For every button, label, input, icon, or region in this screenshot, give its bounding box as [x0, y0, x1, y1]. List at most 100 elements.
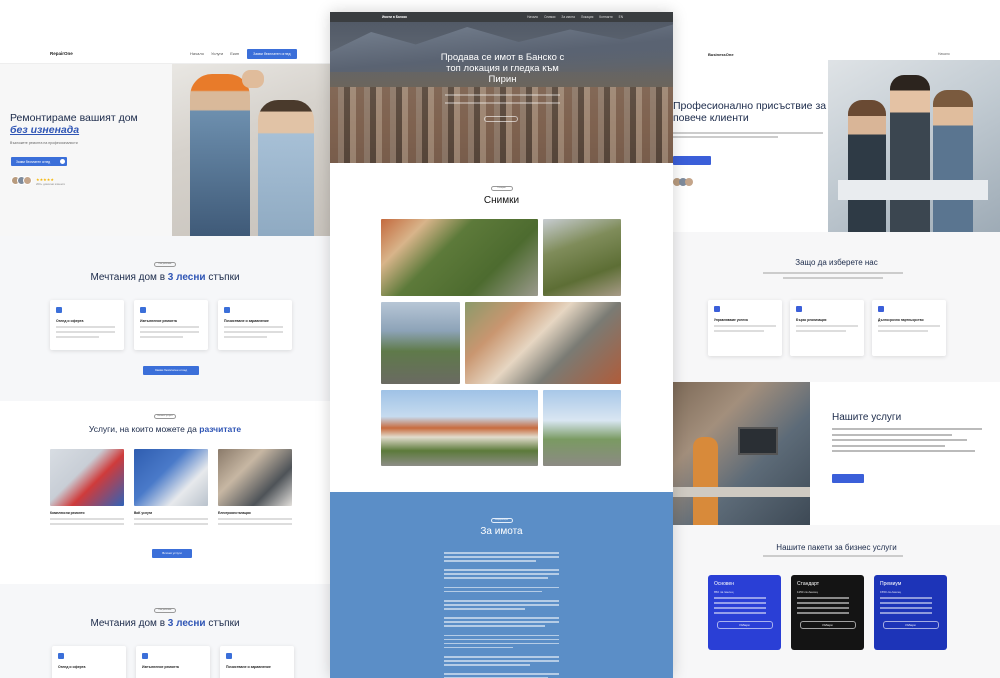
- services-title-em: разчитате: [199, 424, 242, 434]
- why-card: Дългосрочно партньорство: [872, 300, 946, 356]
- right-why-section: Защо да изберете нас Управляваме успеха …: [673, 232, 1000, 382]
- left-hero-title: Ремонтираме вашият дом без изненада: [10, 112, 170, 136]
- left-hero-image: [172, 64, 330, 236]
- steps-title: Мечтания дом в 3 лесни стъпки: [0, 272, 330, 283]
- center-logo[interactable]: Имоти в Банско: [382, 15, 407, 19]
- service-card[interactable]: ВиК услуги: [134, 449, 208, 525]
- rating-text: 200+ доволни клиенти: [36, 182, 66, 186]
- service-image: [218, 449, 292, 506]
- left-logo[interactable]: RepairOne: [50, 51, 190, 56]
- left-nav-item-services[interactable]: Услуги: [211, 51, 223, 56]
- right-hero-image: [828, 60, 1000, 232]
- clipboard-icon: [58, 653, 64, 659]
- avatars: [11, 176, 32, 185]
- package-select-button[interactable]: Избери: [799, 620, 856, 629]
- package-select-button[interactable]: Избери: [882, 620, 939, 629]
- left-hero-subtitle: Възложете ремонта на професионалисти: [10, 141, 78, 145]
- left-nav-cta-button[interactable]: Заяви безплатен оглед: [247, 48, 297, 59]
- package-name: Стандарт: [797, 581, 820, 587]
- high-five: [242, 70, 264, 88]
- center-nav-item-contacts[interactable]: Контакти: [599, 15, 612, 19]
- right-navbar: BusinessOne Начало: [673, 48, 1000, 60]
- package-card-basic: Основен 850 лв./месец Избери: [708, 575, 781, 650]
- center-nav-item-about[interactable]: За имота: [561, 15, 574, 19]
- left-hero: [0, 64, 330, 236]
- why-card-title: Бързо реализация: [796, 318, 827, 322]
- center-nav-item-location[interactable]: Локация: [581, 15, 593, 19]
- avatar: [685, 178, 693, 186]
- about-text: [444, 552, 559, 678]
- service-card[interactable]: Електроинсталации: [218, 449, 292, 525]
- services-title-a: Услуги, на които можете да: [88, 424, 197, 434]
- package-name: Премиум: [880, 581, 902, 587]
- right-nav-item-home[interactable]: Начало: [938, 52, 950, 56]
- package-select-button[interactable]: Избери: [716, 620, 773, 629]
- handshake-icon: [878, 306, 884, 312]
- person-figure: [890, 75, 930, 232]
- step-card: Оглед и оферта: [50, 300, 124, 350]
- steps-title-b: стъпки: [208, 272, 240, 283]
- left-hero-title-text: Ремонтираме вашият дом: [10, 112, 138, 124]
- service-card[interactable]: Комплексни ремонти: [50, 449, 124, 525]
- package-price: 1150 лв./месец: [797, 590, 818, 594]
- paint-roller-icon: [140, 307, 146, 313]
- photo[interactable]: [381, 219, 538, 296]
- service-title: Електроинсталации: [218, 511, 251, 515]
- right-hero-button[interactable]: [673, 156, 711, 165]
- shield-icon: [224, 307, 230, 313]
- clipboard-icon: [56, 307, 62, 313]
- steps-cta-button[interactable]: Заяви безплатен оглед: [143, 366, 199, 375]
- left-nav-item-team[interactable]: Екип: [230, 51, 239, 56]
- package-card-premium: Премиум 1550 лв./месец Избери: [874, 575, 947, 650]
- packages-title: Нашите пакети за бизнес услуги: [776, 543, 897, 552]
- center-nav-item-photos[interactable]: Снимки: [544, 15, 555, 19]
- why-card: Бързо реализация: [790, 300, 864, 356]
- right-logo[interactable]: BusinessOne: [708, 52, 938, 57]
- package-card-standard: Стандарт 1150 лв./месец Избери: [791, 575, 864, 650]
- left-navbar: RepairOne Начало Услуги Екип Заяви безпл…: [0, 44, 330, 64]
- left-hero-button[interactable]: Заяви безплатен оглед: [11, 157, 67, 166]
- service-image: [50, 449, 124, 506]
- services-title: Услуги, на които можете да разчитате: [0, 424, 330, 434]
- left-steps-section: Как работим Мечтания дом в 3 лесни стъпк…: [0, 236, 330, 401]
- photo[interactable]: [381, 390, 538, 466]
- photo[interactable]: [465, 302, 621, 384]
- photo[interactable]: [543, 390, 621, 466]
- right-packages-section: Нашите пакети за бизнес услуги Основен 8…: [673, 525, 1000, 678]
- left-services-section: Нашите услуги Услуги, на които можете да…: [0, 401, 330, 584]
- left-hero-title-em: без изненада: [10, 124, 80, 136]
- service-image: [134, 449, 208, 506]
- step-card-title: Оглед и оферта: [58, 665, 86, 669]
- photo[interactable]: [543, 219, 621, 296]
- center-website-preview: Продава се имот в Банско с топ локация и…: [330, 12, 673, 678]
- step-card: Изпълнение ремонта: [134, 300, 208, 350]
- left-hero-button-label: Заяви безплатен оглед: [16, 159, 51, 164]
- paint-roller-icon: [142, 653, 148, 659]
- left-nav-item-home[interactable]: Начало: [190, 51, 204, 56]
- center-nav-item-home[interactable]: Начало: [527, 15, 538, 19]
- right-website-preview: BusinessOne Начало Професионално присъст…: [673, 0, 1000, 678]
- left-steps-section-2: Как работим Мечтания дом в 3 лесни стъпк…: [0, 584, 330, 678]
- why-card: Управляваме успеха: [708, 300, 782, 356]
- right-services-list: [832, 428, 982, 456]
- why-card-title: Управляваме успеха: [714, 318, 748, 322]
- center-nav-item-lang[interactable]: EN: [619, 15, 623, 19]
- why-card-title: Дългосрочно партньорство: [878, 318, 924, 322]
- photos-section: Галерия Снимки: [330, 163, 673, 492]
- steps-title-em: 3 лесни: [167, 618, 206, 629]
- service-title: Комплексни ремонти: [50, 511, 85, 515]
- step-card-title: Изпълнение ремонта: [140, 319, 177, 323]
- right-hero: Професионално присъствие за повече клиен…: [673, 60, 1000, 232]
- photos-tag: Галерия: [490, 186, 513, 191]
- step-card: Почистване и заравнение: [218, 300, 292, 350]
- step-card: Изпълнение ремонта: [136, 646, 210, 678]
- services-all-button[interactable]: Всички услуги: [152, 549, 192, 558]
- right-services-button[interactable]: [832, 474, 864, 483]
- monitor: [738, 427, 778, 455]
- step-card-title: Почистване и заравнение: [224, 319, 269, 323]
- center-hero-button[interactable]: [484, 116, 518, 122]
- right-services-title: Нашите услуги: [832, 412, 902, 423]
- laptop: [838, 180, 988, 200]
- photo[interactable]: [381, 302, 460, 384]
- right-services-section: Нашите услуги: [673, 382, 1000, 525]
